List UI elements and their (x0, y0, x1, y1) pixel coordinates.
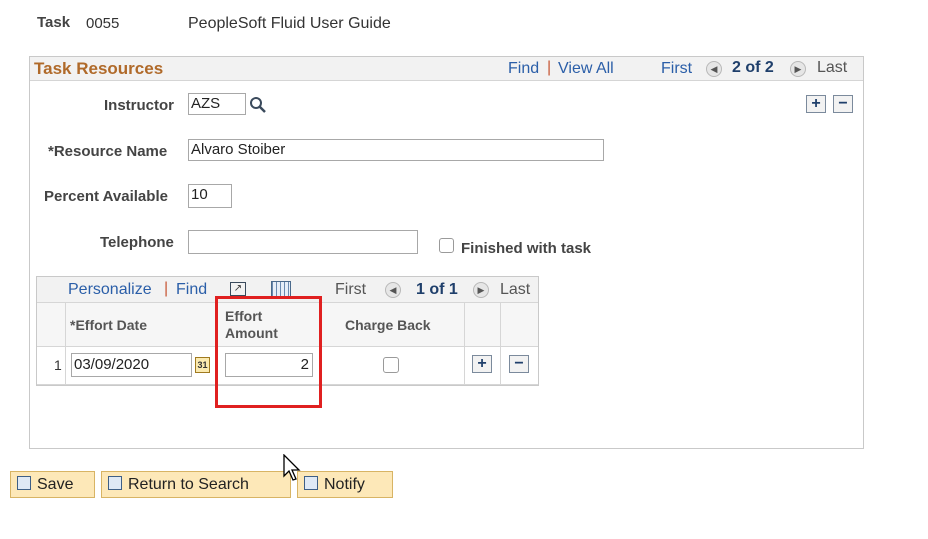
download-grid-icon[interactable] (271, 281, 291, 297)
instructor-label: Instructor (104, 97, 175, 114)
last-label: Last (817, 59, 848, 76)
grid-position: 1 of 1 (416, 281, 458, 298)
row-number: 1 (54, 357, 62, 373)
new-window-icon[interactable]: ↗ (230, 282, 246, 296)
telephone-label: Telephone (100, 234, 174, 251)
resource-name-label: *Resource Name (48, 143, 168, 160)
finished-checkbox[interactable] (439, 238, 454, 253)
next-icon[interactable]: ▶ (790, 61, 806, 77)
save-button[interactable]: Save (10, 471, 95, 498)
return-to-search-button[interactable]: Return to Search (101, 471, 291, 498)
grid-last-label: Last (500, 281, 531, 298)
save-icon (17, 476, 31, 491)
telephone-input[interactable] (188, 230, 418, 254)
notify-button[interactable]: Notify (297, 471, 393, 498)
save-label: Save (37, 476, 74, 493)
task-value: 0055 (86, 15, 120, 32)
effort-date-input[interactable]: 03/09/2020 (71, 353, 192, 377)
percent-available-input[interactable]: 10 (188, 184, 232, 208)
search-icon (108, 476, 122, 491)
percent-available-label: Percent Available (44, 188, 168, 205)
grid-first-label: First (335, 281, 367, 298)
record-position: 2 of 2 (732, 59, 774, 76)
grid-next-icon[interactable]: ▶ (473, 282, 489, 298)
return-to-search-label: Return to Search (128, 476, 249, 493)
calendar-icon[interactable]: 31 (195, 357, 210, 373)
notify-icon (304, 476, 318, 491)
separator: | (547, 59, 552, 76)
find-link[interactable]: Find (508, 60, 539, 78)
notify-label: Notify (324, 476, 365, 493)
grid-delete-row-icon[interactable]: − (509, 355, 529, 373)
view-all-link[interactable]: View All (558, 60, 614, 78)
mouse-cursor-icon (283, 453, 303, 482)
personalize-link[interactable]: Personalize (68, 281, 152, 299)
previous-icon[interactable]: ◀ (706, 61, 722, 77)
effort-date-header: *Effort Date (70, 317, 148, 333)
task-description: PeopleSoft Fluid User Guide (188, 15, 391, 32)
charge-back-checkbox[interactable] (383, 357, 399, 373)
highlight-box (215, 296, 322, 408)
section-title: Task Resources (34, 59, 164, 78)
finished-label: Finished with task (461, 240, 592, 257)
instructor-input[interactable]: AZS (188, 93, 246, 115)
separator: | (164, 280, 169, 297)
resource-name-input[interactable]: Alvaro Stoiber (188, 139, 604, 161)
task-label: Task (37, 14, 71, 31)
delete-row-icon[interactable]: − (833, 95, 853, 113)
grid-add-row-icon[interactable]: + (472, 355, 492, 373)
add-row-icon[interactable]: + (806, 95, 826, 113)
lookup-icon[interactable] (249, 96, 267, 114)
grid-find-link[interactable]: Find (176, 281, 207, 299)
grid-previous-icon[interactable]: ◀ (385, 282, 401, 298)
first-link[interactable]: First (661, 60, 692, 78)
charge-back-header: Charge Back (345, 317, 431, 333)
